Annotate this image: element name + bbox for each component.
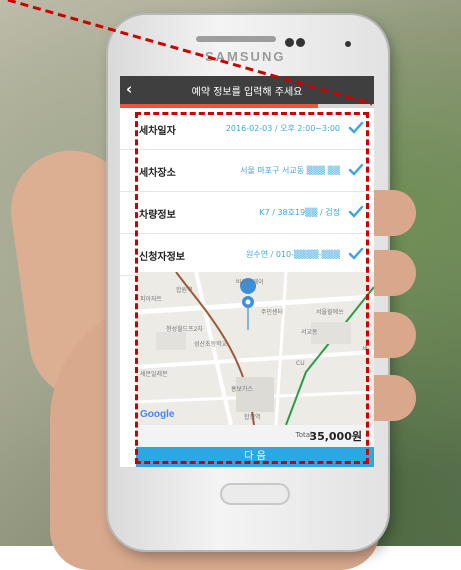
annotation-dashed-box xyxy=(135,112,369,464)
